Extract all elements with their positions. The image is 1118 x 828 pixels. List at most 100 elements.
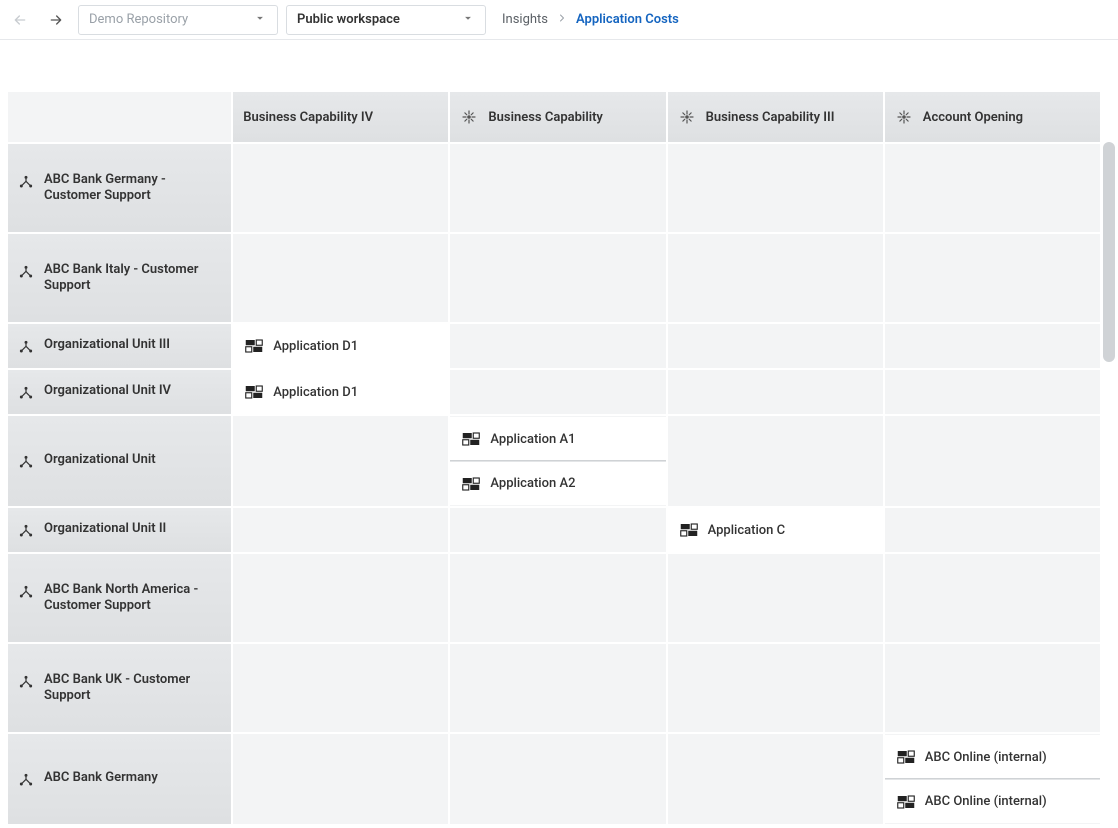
matrix-container: Business Capability IV Business Capabilit… <box>0 90 1118 826</box>
org-icon <box>18 674 34 690</box>
capability-icon <box>895 108 913 126</box>
matrix-cell <box>668 734 883 824</box>
matrix-cell <box>233 144 448 232</box>
matrix-cell: Application A1 Application A2 <box>450 416 665 506</box>
application-tile[interactable]: Application C <box>668 508 883 552</box>
matrix-cell <box>233 554 448 642</box>
org-icon <box>18 584 34 600</box>
matrix-cell <box>233 416 448 506</box>
matrix-cell <box>668 324 883 368</box>
org-icon <box>18 385 34 401</box>
application-tile[interactable]: ABC Online (internal) <box>885 735 1100 779</box>
row-header-label: ABC Bank Germany - Customer Support <box>44 172 221 205</box>
matrix-cell <box>450 234 665 322</box>
application-label: ABC Online (internal) <box>925 794 1047 809</box>
matrix-cell <box>885 144 1100 232</box>
matrix-cell <box>668 554 883 642</box>
row-header-label: ABC Bank UK - Customer Support <box>44 672 221 705</box>
matrix-cell <box>668 644 883 732</box>
top-bar: Demo Repository Public workspace Insight… <box>0 0 1118 40</box>
workspace-select[interactable]: Public workspace <box>286 5 486 35</box>
row-header-label: ABC Bank North America - Customer Suppor… <box>44 582 221 615</box>
workspace-select-label: Public workspace <box>297 12 451 27</box>
row-header[interactable]: Organizational Unit III <box>8 324 231 368</box>
caret-down-icon <box>461 11 475 29</box>
column-header-label: Account Opening <box>923 110 1023 125</box>
row-header-label: Organizational Unit <box>44 452 156 468</box>
row-header-label: Organizational Unit II <box>44 521 166 537</box>
matrix-cell: Application C <box>668 508 883 552</box>
matrix-cell: Application D1 <box>233 370 448 414</box>
column-header[interactable]: Business Capability <box>450 92 665 142</box>
capability-icon <box>678 108 696 126</box>
breadcrumb-current[interactable]: Application Costs <box>576 12 679 27</box>
application-icon <box>462 477 480 491</box>
column-header-label: Business Capability <box>488 110 602 125</box>
application-label: Application A1 <box>490 432 575 447</box>
row-header[interactable]: Organizational Unit IV <box>8 370 231 414</box>
column-header[interactable]: Business Capability III <box>668 92 883 142</box>
row-header-label: ABC Bank Germany <box>44 770 158 786</box>
matrix-cell <box>450 644 665 732</box>
application-label: Application D1 <box>273 385 358 400</box>
matrix-cell <box>885 234 1100 322</box>
matrix-table: Business Capability IV Business Capabilit… <box>6 90 1102 826</box>
table-row: ABC Bank Germany - Customer Support <box>8 144 1100 232</box>
column-header-row: Business Capability IV Business Capabilit… <box>8 92 1100 142</box>
matrix-cell <box>885 508 1100 552</box>
column-header[interactable]: Account Opening <box>885 92 1100 142</box>
chevron-right-icon <box>556 12 568 28</box>
matrix-cell <box>233 734 448 824</box>
matrix-cell <box>885 554 1100 642</box>
matrix-cell <box>233 234 448 322</box>
repository-select-label: Demo Repository <box>89 12 243 27</box>
matrix-cell <box>450 324 665 368</box>
matrix-cell <box>885 370 1100 414</box>
row-header[interactable]: Organizational Unit <box>8 416 231 506</box>
matrix-cell <box>450 554 665 642</box>
column-header[interactable]: Business Capability IV <box>233 92 448 142</box>
matrix-cell <box>233 644 448 732</box>
matrix-cell: ABC Online (internal) ABC Online (interna… <box>885 734 1100 824</box>
row-header-label: ABC Bank Italy - Customer Support <box>44 262 221 295</box>
org-icon <box>18 339 34 355</box>
nav-forward-button[interactable] <box>42 6 70 34</box>
application-tile[interactable]: Application A1 <box>450 417 665 461</box>
nav-back-button[interactable] <box>6 6 34 34</box>
application-icon <box>462 432 480 446</box>
table-row: Organizational Unit II Application C <box>8 508 1100 552</box>
row-header[interactable]: ABC Bank Italy - Customer Support <box>8 234 231 322</box>
corner-cell <box>8 92 231 142</box>
application-tile[interactable]: Application A2 <box>450 461 665 505</box>
row-header[interactable]: Organizational Unit II <box>8 508 231 552</box>
application-tile[interactable]: Application D1 <box>233 324 448 368</box>
application-label: Application A2 <box>490 476 575 491</box>
application-icon <box>897 795 915 809</box>
matrix-cell <box>885 644 1100 732</box>
org-icon <box>18 264 34 280</box>
breadcrumb-parent[interactable]: Insights <box>502 12 548 27</box>
breadcrumb: Insights Application Costs <box>502 12 679 28</box>
capability-icon <box>460 108 478 126</box>
matrix-cell <box>885 416 1100 506</box>
application-icon <box>897 750 915 764</box>
row-header-label: Organizational Unit IV <box>44 383 171 399</box>
matrix-cell <box>668 144 883 232</box>
vertical-scrollbar[interactable] <box>1103 142 1115 362</box>
application-label: Application C <box>708 523 786 538</box>
org-icon <box>18 454 34 470</box>
application-tile[interactable]: Application D1 <box>233 370 448 414</box>
repository-select[interactable]: Demo Repository <box>78 5 278 35</box>
application-label: Application D1 <box>273 339 358 354</box>
matrix-cell <box>668 234 883 322</box>
application-icon <box>680 523 698 537</box>
application-tile[interactable]: ABC Online (internal) <box>885 779 1100 823</box>
row-header[interactable]: ABC Bank Germany <box>8 734 231 824</box>
matrix-cell <box>233 508 448 552</box>
row-header[interactable]: ABC Bank UK - Customer Support <box>8 644 231 732</box>
matrix-cell <box>450 370 665 414</box>
application-icon <box>245 385 263 399</box>
row-header[interactable]: ABC Bank North America - Customer Suppor… <box>8 554 231 642</box>
row-header[interactable]: ABC Bank Germany - Customer Support <box>8 144 231 232</box>
row-header-label: Organizational Unit III <box>44 337 170 353</box>
